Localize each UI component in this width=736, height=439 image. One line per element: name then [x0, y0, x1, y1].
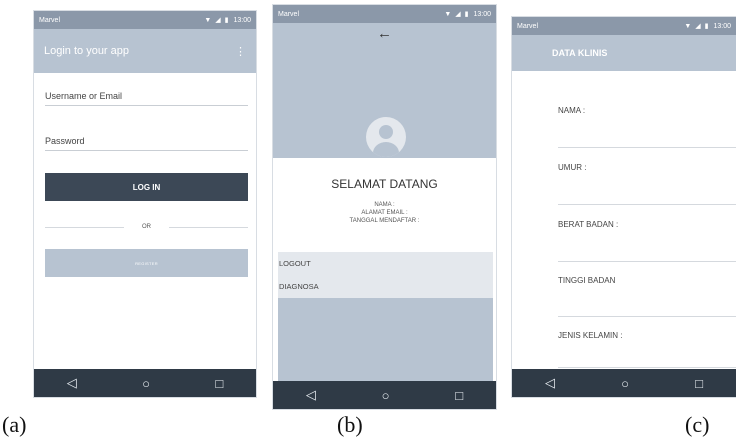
avatar-head-icon	[379, 125, 393, 139]
phone-welcome-screen: Marvel ▼ ◢ ▮ 13:00 ← SELAMAT DATANG NAMA…	[272, 4, 497, 410]
status-carrier: Marvel	[517, 22, 539, 30]
status-time: 13:00	[713, 22, 731, 30]
home-nav-icon[interactable]: ○	[142, 376, 150, 391]
email-label: ALAMAT EMAIL :	[361, 210, 408, 216]
field-divider	[558, 261, 736, 262]
or-divider: OR	[45, 221, 248, 233]
divider-line-right	[169, 226, 248, 228]
field-divider	[558, 204, 736, 205]
menu-item-diagnosa[interactable]: DIAGNOSA	[278, 275, 493, 298]
nav-bar: ◁ ○ □	[512, 369, 736, 397]
status-bar: Marvel ▼ ◢ ▮ 13:00	[273, 5, 496, 23]
field-berat-badan[interactable]: BERAT BADAN :	[558, 220, 736, 229]
recent-apps-icon[interactable]: □	[455, 388, 463, 403]
signal-battery-icon: ▼ ◢ ▮	[684, 23, 710, 30]
welcome-title: SELAMAT DATANG	[331, 177, 438, 191]
overflow-menu-icon[interactable]: ⋮	[235, 45, 246, 58]
recent-apps-icon[interactable]: □	[215, 376, 223, 391]
signal-battery-icon: ▼ ◢ ▮	[444, 11, 470, 18]
field-divider	[558, 147, 736, 148]
status-carrier: Marvel	[39, 16, 61, 24]
status-time: 13:00	[233, 16, 251, 24]
menu-item-logout[interactable]: LOGOUT	[278, 252, 493, 275]
avatar-body-icon	[373, 142, 399, 157]
home-nav-icon[interactable]: ○	[382, 388, 390, 403]
register-button[interactable]: REGISTER	[45, 249, 248, 277]
status-carrier: Marvel	[278, 10, 300, 18]
app-title: DATA KLINIS	[552, 48, 608, 58]
app-bar: DATA KLINIS	[512, 35, 736, 71]
field-divider	[558, 316, 736, 317]
status-time: 13:00	[473, 10, 491, 18]
home-nav-icon[interactable]: ○	[621, 376, 629, 391]
back-nav-icon[interactable]: ◁	[545, 375, 555, 391]
status-bar: Marvel ▼ ◢ ▮ 13:00	[512, 17, 736, 35]
field-tinggi-badan[interactable]: TINGGI BADAN	[558, 276, 736, 285]
caption-a: (a)	[2, 412, 27, 437]
name-label: NAMA :	[374, 202, 395, 208]
divider-line-left	[45, 226, 124, 228]
status-bar: Marvel ▼ ◢ ▮ 13:00	[34, 11, 256, 29]
content-panel	[278, 298, 493, 383]
field-divider	[558, 367, 736, 368]
field-umur[interactable]: UMUR :	[558, 163, 736, 172]
app-title: Login to your app	[44, 45, 130, 57]
caption-b: (b)	[337, 412, 363, 437]
recent-apps-icon[interactable]: □	[695, 376, 703, 391]
or-label: OR	[142, 224, 151, 230]
profile-info: NAMA : ALAMAT EMAIL : TANGGAL MENDAFTAR …	[273, 201, 496, 225]
login-button[interactable]: LOG IN	[45, 173, 248, 201]
back-nav-icon[interactable]: ◁	[306, 387, 316, 403]
avatar	[366, 117, 406, 157]
phone-clinical-data-screen: Marvel ▼ ◢ ▮ 13:00 DATA KLINIS NAMA : UM…	[511, 16, 736, 398]
username-field[interactable]: Username or Email	[45, 91, 248, 106]
phone-login-screen: Marvel ▼ ◢ ▮ 13:00 Login to your app ⋮ U…	[33, 10, 257, 398]
back-nav-icon[interactable]: ◁	[67, 375, 77, 391]
signal-battery-icon: ▼ ◢ ▮	[204, 17, 230, 24]
back-arrow-icon[interactable]: ←	[273, 25, 496, 42]
nav-bar: ◁ ○ □	[34, 369, 256, 397]
field-jenis-kelamin[interactable]: JENIS KELAMIN :	[558, 331, 736, 340]
password-field[interactable]: Password	[45, 136, 248, 151]
field-nama[interactable]: NAMA :	[558, 106, 736, 115]
nav-bar: ◁ ○ □	[273, 381, 496, 409]
caption-c: (c)	[685, 412, 710, 437]
app-bar: Login to your app ⋮	[34, 29, 256, 73]
signup-date-label: TANGGAL MENDAFTAR :	[349, 218, 420, 224]
menu-list: LOGOUT DIAGNOSA	[278, 252, 493, 298]
